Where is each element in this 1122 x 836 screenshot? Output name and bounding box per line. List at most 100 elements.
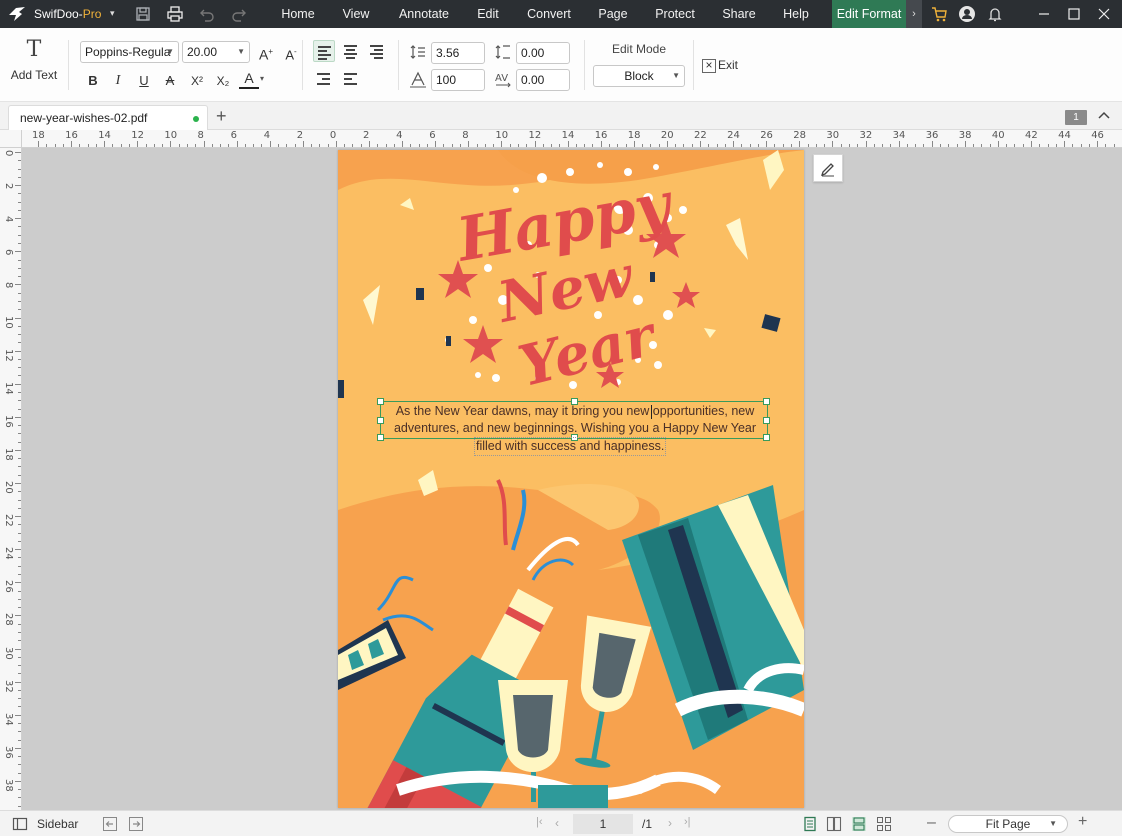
menu-convert[interactable]: Convert xyxy=(518,0,580,28)
user-avatar-icon[interactable] xyxy=(958,5,976,23)
first-page-icon[interactable]: |‹ xyxy=(536,816,543,828)
font-family-select[interactable]: Poppins-Regula ▼ xyxy=(80,41,179,63)
menu-annotate[interactable]: Annotate xyxy=(390,0,458,28)
new-year-card-artwork: Happy New Year xyxy=(338,150,804,808)
scale-input[interactable]: 100 xyxy=(431,69,485,91)
paragraph-line-1[interactable]: As the New Year dawns, may it bring you … xyxy=(342,403,804,420)
resize-handle[interactable] xyxy=(763,398,770,405)
app-brand[interactable]: SwifDoo-Pro xyxy=(34,7,101,21)
ruler-tick xyxy=(18,540,21,542)
add-text-button[interactable]: T Add Text xyxy=(8,38,60,88)
title-bar: SwifDoo-Pro ▾ Home View Annotate Edit Co… xyxy=(0,0,1122,28)
resize-handle[interactable] xyxy=(571,398,578,405)
ruler-tick xyxy=(38,141,39,147)
increase-font-size-button[interactable]: A+ xyxy=(256,42,276,63)
zoom-out-button[interactable]: – xyxy=(927,814,936,832)
menu-view[interactable]: View xyxy=(334,0,378,28)
collapse-ribbon-chevron-up-icon[interactable] xyxy=(1096,108,1112,124)
font-size-select[interactable]: 20.00 ▼ xyxy=(182,41,250,63)
ruler-tick xyxy=(1031,141,1032,147)
ruler-tick xyxy=(18,209,21,211)
ruler-tick xyxy=(1064,141,1066,147)
next-page-icon[interactable]: › xyxy=(668,816,672,830)
brand-menu-caret-icon[interactable]: ▾ xyxy=(110,8,115,19)
ruler-tick xyxy=(675,144,677,147)
subscript-button[interactable]: X₂ xyxy=(213,71,233,91)
ruler-tick xyxy=(228,144,230,147)
font-color-caret-icon[interactable]: ▾ xyxy=(260,74,264,83)
align-left-button[interactable] xyxy=(313,40,335,62)
next-view-icon[interactable] xyxy=(128,816,144,832)
menu-edit-format[interactable]: Edit Format xyxy=(832,0,906,28)
continuous-view-icon[interactable] xyxy=(851,816,867,832)
ruler-tick xyxy=(352,144,354,147)
maximize-icon[interactable] xyxy=(1064,4,1084,24)
single-page-view-icon[interactable] xyxy=(802,816,818,832)
pdf-page[interactable]: Happy New Year As the New Year dawns, ma… xyxy=(338,150,804,808)
font-color-button[interactable]: A xyxy=(239,70,259,89)
close-icon[interactable] xyxy=(1094,4,1114,24)
indent-decrease-button[interactable] xyxy=(313,68,335,90)
align-right-button[interactable] xyxy=(366,40,388,62)
ruler-label: 0 xyxy=(3,150,14,157)
print-icon[interactable] xyxy=(166,5,184,23)
align-center-button[interactable] xyxy=(340,40,362,62)
sidebar-label[interactable]: Sidebar xyxy=(37,817,78,831)
redo-icon[interactable] xyxy=(230,5,248,23)
ruler-tick xyxy=(600,141,602,147)
menu-edit[interactable]: Edit xyxy=(468,0,508,28)
menu-share[interactable]: Share xyxy=(714,0,764,28)
underline-button[interactable]: U xyxy=(134,71,154,91)
menu-help[interactable]: Help xyxy=(774,0,818,28)
undo-icon[interactable] xyxy=(198,5,216,23)
edit-pencil-button[interactable] xyxy=(813,154,843,182)
previous-page-icon[interactable]: ‹ xyxy=(555,816,559,830)
selected-text-block[interactable]: As the New Year dawns, may it bring you … xyxy=(377,398,770,441)
ruler-label: 30 xyxy=(826,130,840,141)
sidebar-toggle-icon[interactable] xyxy=(12,816,28,832)
document-tab[interactable]: new-year-wishes-02.pdf xyxy=(8,105,208,130)
last-page-icon[interactable]: ›| xyxy=(684,816,691,828)
document-canvas[interactable]: Happy New Year As the New Year dawns, ma… xyxy=(22,148,1122,810)
paragraph-spacing-input[interactable]: 0.00 xyxy=(516,42,570,64)
two-page-view-icon[interactable] xyxy=(826,816,842,832)
paragraph-line-3[interactable]: filled with success and happiness. xyxy=(474,437,667,456)
resize-handle[interactable] xyxy=(377,417,384,424)
resize-handle[interactable] xyxy=(763,417,770,424)
strikethrough-button[interactable]: A xyxy=(160,71,180,91)
new-tab-button[interactable]: + xyxy=(216,106,227,126)
line-spacing-input[interactable]: 3.56 xyxy=(431,42,485,64)
ruler-tick xyxy=(708,144,710,147)
ruler-tick xyxy=(1055,144,1057,147)
decrease-font-size-button[interactable]: A- xyxy=(281,42,301,62)
ruler-tick xyxy=(319,144,321,147)
menu-page[interactable]: Page xyxy=(590,0,636,28)
thumbnail-grid-view-icon[interactable] xyxy=(876,816,892,832)
minimize-icon[interactable] xyxy=(1034,4,1054,24)
cart-icon[interactable] xyxy=(930,5,948,23)
indent-increase-button[interactable] xyxy=(340,68,362,90)
ruler-tick xyxy=(269,141,271,147)
menu-protect[interactable]: Protect xyxy=(646,0,704,28)
bold-button[interactable]: B xyxy=(83,71,103,91)
menu-more-chevron-icon[interactable]: › xyxy=(906,0,922,28)
save-icon[interactable] xyxy=(134,5,152,23)
character-spacing-input[interactable]: 0.00 xyxy=(516,69,570,91)
ruler-tick xyxy=(1014,144,1016,147)
previous-view-icon[interactable] xyxy=(102,816,118,832)
superscript-button[interactable]: X² xyxy=(187,71,207,91)
resize-handle[interactable] xyxy=(763,434,770,441)
exit-edit-button[interactable]: × Exit xyxy=(702,58,738,73)
zoom-in-button[interactable]: + xyxy=(1078,813,1087,831)
chevron-down-icon: ▼ xyxy=(166,47,174,56)
menu-home[interactable]: Home xyxy=(272,0,324,28)
resize-handle[interactable] xyxy=(377,434,384,441)
italic-button[interactable]: I xyxy=(108,71,128,91)
zoom-select[interactable]: Fit Page ▼ xyxy=(948,815,1068,833)
ruler-label: 30 xyxy=(3,646,14,660)
ruler-tick xyxy=(18,375,21,377)
resize-handle[interactable] xyxy=(377,398,384,405)
current-page-input[interactable]: 1 xyxy=(573,814,633,834)
edit-mode-select[interactable]: Block ▼ xyxy=(593,65,685,87)
notification-bell-icon[interactable] xyxy=(986,5,1004,23)
